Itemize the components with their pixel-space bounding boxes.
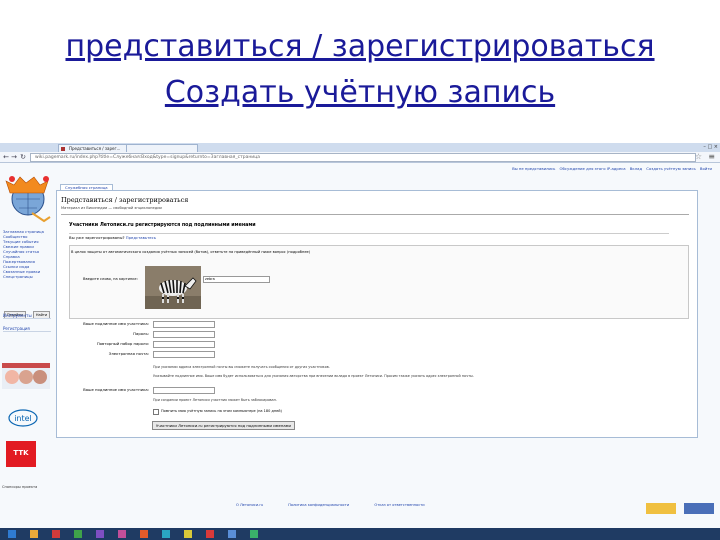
block-note: При создании проект Летописи участник мо…: [153, 398, 277, 402]
tab-bar: Представиться / зарег... – □ ×: [0, 143, 720, 153]
browser-window: Представиться / зарег... – □ × ← → ↻ wik…: [0, 143, 720, 540]
footer-badges: [643, 499, 714, 518]
page-subtitle: Материал из Википедии — свободной энцикл…: [61, 206, 162, 210]
taskbar-app-icon[interactable]: [206, 530, 214, 538]
footer-links: О Летописи.ru Политика конфиденциальност…: [236, 503, 449, 507]
top-link-login[interactable]: Войти: [700, 166, 712, 171]
taskbar-app-icon[interactable]: [96, 530, 104, 538]
tab-label: Представиться / зарег...: [69, 146, 121, 151]
captcha-instructions: В целях защиты от автоматического создан…: [71, 250, 311, 254]
menu-icon[interactable]: ≡: [708, 152, 715, 161]
remember-label: Помнить мою учётную запись на этом компь…: [161, 409, 282, 413]
taskbar-app-icon[interactable]: [250, 530, 258, 538]
password-field-label: Пароль:: [133, 331, 149, 336]
web-page: Вы не представились Обсуждение для этого…: [0, 163, 720, 540]
ttk-logo-text: TTK: [13, 449, 29, 457]
email-field-label: Электронная почта:: [108, 351, 149, 356]
content-area: Представиться / зарегистрироваться Матер…: [56, 190, 698, 438]
sidebar-link[interactable]: Спецстраницы: [0, 274, 54, 279]
forward-icon[interactable]: →: [10, 153, 18, 161]
slide-title-line2: Создать учётную запись: [164, 75, 556, 110]
top-link-talk[interactable]: Обсуждение для этого IP-адреса: [560, 166, 626, 171]
captcha-label: Введите слово, на картинке:: [83, 277, 138, 281]
email-note: При указании адреса электронной почты вы…: [153, 365, 330, 369]
sidebar-footer: Спонсоры проекта: [2, 485, 38, 489]
password-field[interactable]: [153, 331, 215, 338]
form-title: Участники Летописи.ru регистрируются под…: [69, 223, 256, 228]
os-taskbar: [0, 528, 720, 540]
top-link-create-account[interactable]: Создать учётную запись: [646, 166, 695, 171]
captcha-input[interactable]: zebra: [203, 276, 270, 283]
already-registered-text: Вы уже зарегистрированы?: [69, 235, 125, 240]
slide-title-line1: представиться / зарегистрироваться: [65, 29, 655, 64]
taskbar-app-icon[interactable]: [118, 530, 126, 538]
footer-link-disclaimer[interactable]: Отказ от ответственности: [374, 503, 424, 507]
remember-checkbox[interactable]: [153, 409, 159, 415]
already-registered: Вы уже зарегистрированы? Представьтесь: [69, 235, 156, 240]
real-name-label: Ваше подлинное имя участника:: [83, 387, 149, 392]
bookmark-star-icon[interactable]: ☆: [695, 152, 702, 161]
password-repeat-label: Повторный набор пароля:: [96, 341, 149, 346]
real-name-field[interactable]: [153, 387, 215, 394]
divider: [61, 214, 689, 215]
name-field[interactable]: [153, 321, 215, 328]
name-field-label: Ваше подлинное имя участника:: [83, 321, 149, 326]
sidebar-section-registration[interactable]: Регистрация: [3, 326, 51, 332]
taskbar-app-icon[interactable]: [184, 530, 192, 538]
window-controls[interactable]: – □ ×: [703, 143, 718, 151]
realname-note: Указывайте подлинное имя. Ваше имя будет…: [153, 374, 474, 378]
start-icon[interactable]: [8, 530, 16, 538]
sidebar-navigation: Заглавная страница Сообщество Текущие со…: [0, 229, 54, 279]
taskbar-app-icon[interactable]: [52, 530, 60, 538]
footer-link-privacy[interactable]: Политика конфиденциальности: [288, 503, 349, 507]
partner-banner[interactable]: [2, 363, 50, 389]
divider: [69, 233, 669, 234]
taskbar-app-icon[interactable]: [30, 530, 38, 538]
back-icon[interactable]: ←: [2, 153, 10, 161]
login-link[interactable]: Представьтесь: [126, 235, 156, 240]
powered-by-badge[interactable]: [645, 503, 676, 514]
site-logo[interactable]: [2, 169, 54, 225]
top-link-contrib[interactable]: Вклад: [630, 166, 642, 171]
top-link-anon[interactable]: Вы не представились: [512, 166, 555, 171]
page-title: Представиться / зарегистрироваться: [61, 196, 189, 204]
create-account-button[interactable]: Участники Летописи.ru регистрируются под…: [152, 421, 296, 430]
captcha-zebra-image: [145, 266, 201, 309]
taskbar-app-icon[interactable]: [140, 530, 148, 538]
taskbar-app-icon[interactable]: [162, 530, 170, 538]
taskbar-app-icon[interactable]: [74, 530, 82, 538]
intel-logo-icon[interactable]: intel: [8, 409, 38, 427]
address-bar[interactable]: wiki.pagemark.ru/index.php?title=Служебн…: [30, 153, 696, 162]
mediawiki-badge[interactable]: [684, 503, 714, 514]
email-field[interactable]: [153, 351, 215, 358]
favicon-icon: [61, 147, 65, 151]
password-repeat-field[interactable]: [153, 341, 215, 348]
personal-tools: Вы не представились Обсуждение для этого…: [509, 166, 712, 171]
sidebar-section-tools[interactable]: Инструменты: [3, 313, 51, 319]
browser-toolbar: ← → ↻ wiki.pagemark.ru/index.php?title=С…: [0, 152, 720, 163]
taskbar-app-icon[interactable]: [228, 530, 236, 538]
ttk-logo[interactable]: TTK: [6, 441, 36, 467]
reload-icon[interactable]: ↻: [19, 153, 27, 161]
footer-link-about[interactable]: О Летописи.ru: [236, 503, 263, 507]
svg-text:intel: intel: [14, 414, 32, 423]
